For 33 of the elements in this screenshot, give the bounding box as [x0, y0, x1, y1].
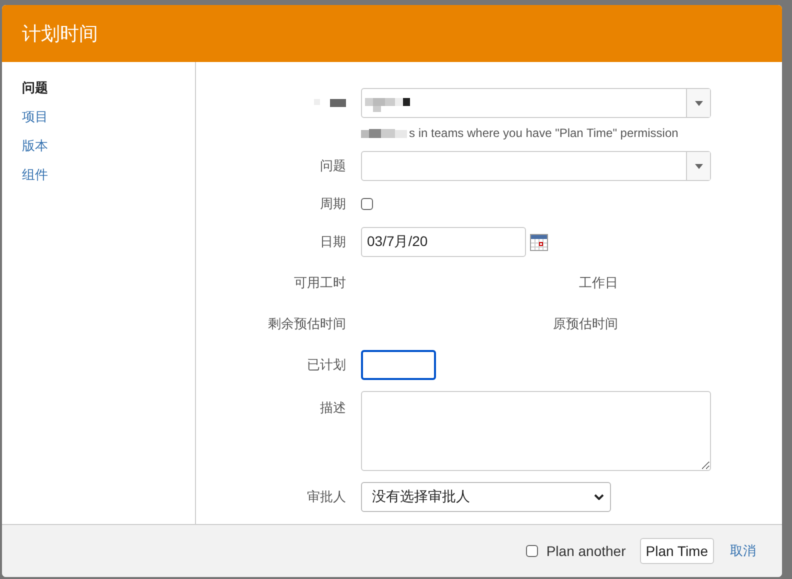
- field-label: 问题: [320, 157, 346, 175]
- redaction-drawing: [361, 128, 407, 138]
- select-field[interactable]: [361, 88, 711, 118]
- plan-time-button[interactable]: Plan Time: [640, 538, 714, 564]
- field-label: 日期: [320, 233, 346, 251]
- approver-dropdown[interactable]: 没有选择审批人: [361, 482, 611, 512]
- redaction-drawing: [364, 96, 411, 112]
- select-field[interactable]: [361, 151, 711, 181]
- caret-icon: [694, 100, 702, 106]
- caret-icon: [694, 164, 702, 168]
- hint-text: s in teams where you have "Plan Time" permission: [409, 126, 678, 140]
- date-field[interactable]: 03/7月/20: [361, 227, 526, 257]
- field-label: 周期: [320, 195, 346, 213]
- checkbox[interactable]: [361, 198, 373, 210]
- redaction-drawing: [314, 99, 346, 107]
- field-label: 可用工时: [294, 274, 346, 292]
- field-label: 审批人: [307, 488, 346, 506]
- dialog-title: 计划时间: [22, 22, 98, 46]
- chevron-icon: [594, 494, 604, 500]
- field-label: 原预估时间: [553, 315, 618, 333]
- sidebar-item[interactable]: 组件: [22, 165, 48, 185]
- field-label: 剩余预估时间: [268, 315, 346, 333]
- text-field[interactable]: [361, 350, 436, 380]
- sidebar-item[interactable]: 项目: [22, 107, 48, 127]
- calendar-icon[interactable]: [530, 234, 548, 250]
- field-label: 工作日: [579, 274, 618, 292]
- cancel-link[interactable]: 取消: [730, 542, 756, 560]
- checkbox-label: Plan another: [546, 543, 626, 559]
- field-label: 描述: [320, 399, 346, 417]
- checkbox[interactable]: [526, 545, 538, 557]
- sidebar-item[interactable]: 问题: [22, 78, 48, 98]
- field-label: 已计划: [307, 356, 346, 374]
- sidebar-item[interactable]: 版本: [22, 136, 48, 156]
